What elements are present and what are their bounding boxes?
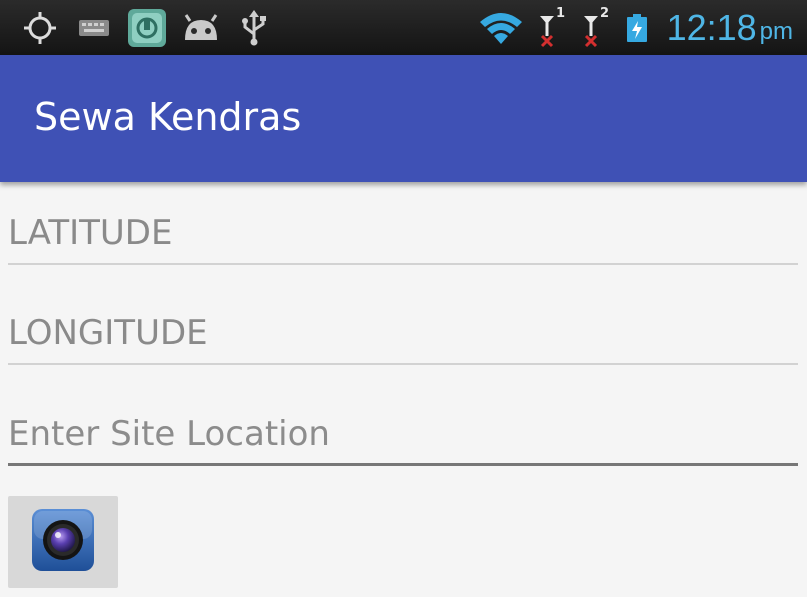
usb-icon [236,0,272,55]
site-location-input[interactable]: Enter Site Location [8,406,798,466]
longitude-value: LONGITUDE [8,313,208,353]
clock-time: 12:18 [666,6,757,48]
clock-ampm: pm [759,17,793,45]
site-location-underline [8,463,798,466]
sim1-label: 1 [556,6,566,21]
battery-charging-icon [622,0,652,55]
app-screen: 1 2 12:18 pm Sewa Kendras LATITUDE LONGI… [0,0,807,597]
longitude-underline [8,363,798,365]
app-notification-icon [125,0,169,55]
app-title: Sewa Kendras [34,95,302,139]
sim2-label: 2 [600,6,610,21]
status-bar: 1 2 12:18 pm [0,0,807,55]
site-location-placeholder: Enter Site Location [8,414,330,454]
app-bar: Sewa Kendras [0,55,807,182]
gps-icon [20,0,60,55]
latitude-value: LATITUDE [8,213,173,253]
wifi-icon [476,0,526,55]
keyboard-icon [76,0,112,55]
camera-icon [30,507,96,577]
latitude-underline [8,263,798,265]
android-debug-icon [180,0,222,55]
camera-button[interactable] [8,496,118,588]
status-clock: 12:18 pm [667,0,793,55]
latitude-field[interactable]: LATITUDE [8,205,798,265]
longitude-field[interactable]: LONGITUDE [8,305,798,365]
